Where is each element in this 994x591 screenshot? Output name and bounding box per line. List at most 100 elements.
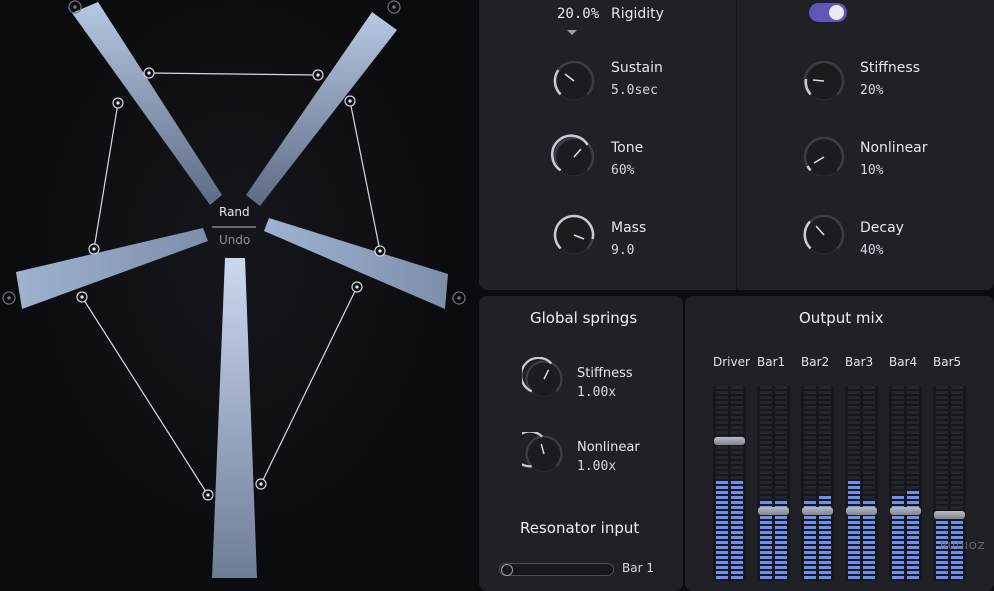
- meter-segment: [760, 401, 772, 404]
- meter-segment: [907, 496, 919, 499]
- sustain-knob[interactable]: [550, 57, 598, 105]
- spring-line: [93, 102, 119, 250]
- meter-segment: [716, 481, 728, 484]
- decay-knob[interactable]: [800, 211, 848, 259]
- bar-toggle-switch[interactable]: [809, 3, 847, 22]
- meter-segment: [804, 521, 816, 524]
- meter-segment: [731, 556, 743, 559]
- meter-segment: [892, 481, 904, 484]
- meter-segment: [716, 446, 728, 449]
- global-stiffness-knob[interactable]: [522, 357, 566, 401]
- meter-segment: [892, 556, 904, 559]
- fader-handle-bar2[interactable]: [802, 506, 833, 515]
- fader-handle-bar1[interactable]: [758, 506, 789, 515]
- undo-button[interactable]: Undo: [219, 233, 250, 247]
- meter-segment: [819, 421, 831, 424]
- meter-segment: [775, 516, 787, 519]
- meter-segment: [863, 556, 875, 559]
- meter-segment: [848, 466, 860, 469]
- meter-segment: [951, 406, 963, 409]
- meter-segment: [892, 566, 904, 569]
- meter-segment: [907, 461, 919, 464]
- meter-segment: [951, 456, 963, 459]
- meter-segment: [848, 571, 860, 574]
- meter-segment: [863, 436, 875, 439]
- meter-segment: [951, 421, 963, 424]
- meter-segment: [951, 426, 963, 429]
- resonator-input-slider[interactable]: [499, 563, 614, 576]
- meter-segment: [907, 466, 919, 469]
- meter-segment: [775, 496, 787, 499]
- bar-2[interactable]: [246, 12, 397, 206]
- meter-segment: [848, 456, 860, 459]
- resonator-graph[interactable]: Rand Undo: [0, 0, 473, 581]
- meter-segment: [863, 401, 875, 404]
- tone-knob[interactable]: [550, 133, 598, 181]
- bar-1[interactable]: [72, 2, 222, 205]
- meter-segment: [760, 391, 772, 394]
- meter-segment: [819, 501, 831, 504]
- bar-3[interactable]: [16, 228, 208, 309]
- meter-segment: [936, 396, 948, 399]
- rigidity-value[interactable]: 20.0%: [557, 6, 599, 22]
- meter-segment: [936, 491, 948, 494]
- bar-stiffness-knob[interactable]: [800, 57, 848, 105]
- meter-segment: [819, 531, 831, 534]
- meter-segment: [907, 436, 919, 439]
- meter-segment: [892, 551, 904, 554]
- meter-segment: [819, 541, 831, 544]
- meter-segment: [936, 496, 948, 499]
- meter-segment: [804, 396, 816, 399]
- meter-segment: [819, 431, 831, 434]
- meter-segment: [892, 526, 904, 529]
- fader-handle-driver[interactable]: [714, 436, 745, 445]
- global-stiffness-value: 1.00x: [577, 385, 617, 400]
- meter-segment: [848, 416, 860, 419]
- mass-knob[interactable]: [550, 211, 598, 259]
- meter-segment: [775, 436, 787, 439]
- meter-segment: [892, 391, 904, 394]
- meter-segment: [892, 386, 904, 389]
- output-mix-title: Output mix: [799, 309, 884, 327]
- meter-segment: [775, 461, 787, 464]
- meter-segment: [936, 466, 948, 469]
- meter-segment: [819, 526, 831, 529]
- meter-segment: [731, 421, 743, 424]
- bar-nonlinear-label: Nonlinear: [860, 140, 928, 156]
- fader-handle-bar4[interactable]: [890, 506, 921, 515]
- meter-segment: [848, 436, 860, 439]
- meter-segment: [907, 446, 919, 449]
- meter-segment: [716, 491, 728, 494]
- rand-button[interactable]: Rand: [219, 205, 250, 219]
- meter-segment: [907, 526, 919, 529]
- fader-handle-bar3[interactable]: [846, 506, 877, 515]
- meter-segment: [951, 441, 963, 444]
- meter-segment: [936, 406, 948, 409]
- meter-segment: [804, 481, 816, 484]
- meter-segment: [775, 571, 787, 574]
- slider-thumb[interactable]: [501, 564, 513, 576]
- meter-segment: [892, 456, 904, 459]
- meter-segment: [760, 501, 772, 504]
- meter-segment: [951, 531, 963, 534]
- meter-segment: [775, 501, 787, 504]
- bar-4[interactable]: [264, 218, 448, 309]
- meter-segment: [760, 451, 772, 454]
- meter-segment: [760, 491, 772, 494]
- meter-segment: [936, 451, 948, 454]
- global-nonlinear-knob[interactable]: [522, 432, 566, 476]
- meter-segment: [819, 561, 831, 564]
- meter-segment: [775, 491, 787, 494]
- fader-handle-bar5[interactable]: [934, 510, 965, 519]
- meter-segment: [760, 411, 772, 414]
- mass-value: 9.0: [611, 243, 635, 258]
- resonator-graph-canvas[interactable]: [0, 0, 473, 581]
- meter-segment: [907, 426, 919, 429]
- meter-segment: [760, 571, 772, 574]
- meter-segment: [819, 556, 831, 559]
- driver-bar[interactable]: [212, 258, 257, 578]
- meter-segment: [892, 521, 904, 524]
- meter-segment: [804, 451, 816, 454]
- bar-nonlinear-knob[interactable]: [800, 133, 848, 181]
- rigidity-dropdown-icon[interactable]: [566, 29, 578, 37]
